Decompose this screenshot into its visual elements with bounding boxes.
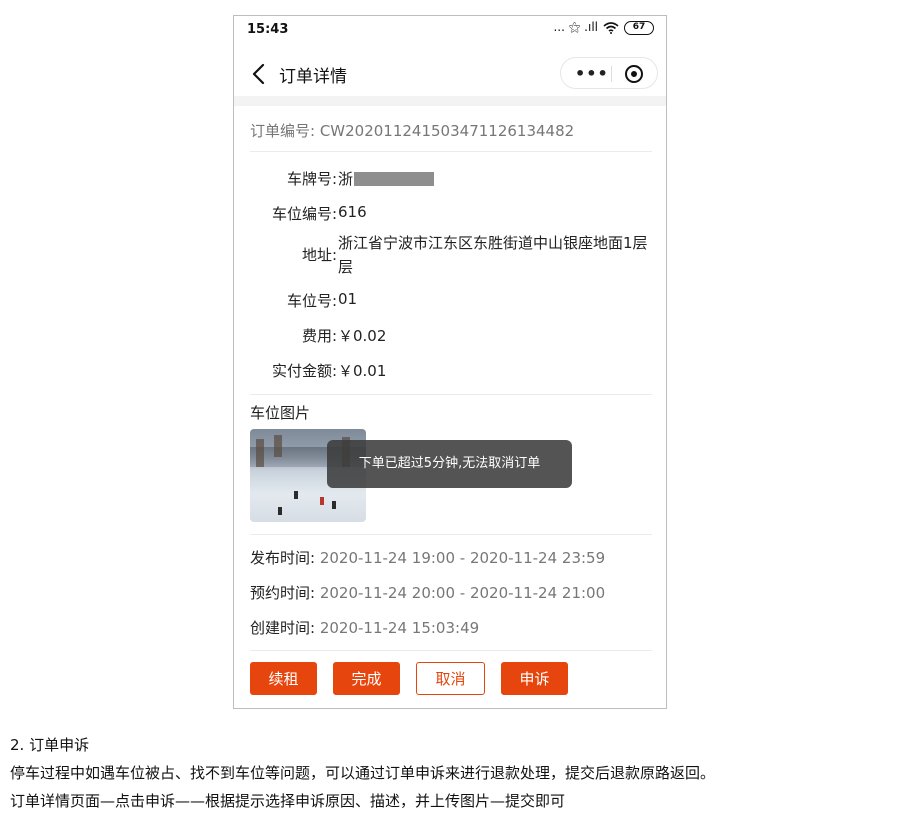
miniprogram-capsule: ••• — [560, 57, 658, 89]
cancel-button[interactable]: 取消 — [416, 662, 485, 695]
create-time-row: 创建时间: 2020-11-24 15:03:49 — [250, 617, 479, 638]
doc-heading: 2. 订单申诉 — [10, 736, 90, 754]
order-number: 订单编号: CW202011241503471126134482 — [250, 122, 575, 140]
time-value: 2020-11-24 19:00 - 2020-11-24 23:59 — [319, 549, 606, 567]
field-label: 地址: — [301, 246, 337, 264]
capsule-divider — [611, 66, 612, 82]
field-value: 01 — [338, 290, 358, 308]
field-value: 浙江省宁波市江东区东胜街道中山银座地面1层层 — [338, 234, 648, 276]
field-label: 费用: — [301, 327, 337, 345]
more-icon[interactable]: ••• — [575, 64, 609, 83]
close-miniprogram-icon[interactable] — [625, 65, 643, 83]
field-value: 616 — [338, 203, 367, 221]
field-label: 车牌号: — [286, 170, 337, 188]
photo-person — [278, 507, 282, 515]
time-label: 发布时间: — [250, 549, 316, 567]
doc-paragraph-2: 订单详情页面—点击申诉——根据提示选择申诉原因、描述，并上传图片—提交即可 — [10, 792, 566, 810]
field-value: ￥0.02 — [338, 327, 387, 345]
time-value: 2020-11-24 20:00 - 2020-11-24 21:00 — [319, 584, 606, 602]
divider — [250, 534, 652, 535]
signal-icons: ... ⚝ .ıll — [553, 20, 598, 34]
field-value: 浙 — [338, 168, 435, 189]
photo-section-title: 车位图片 — [250, 404, 311, 422]
photo-tree — [256, 439, 264, 467]
section-gap — [234, 96, 666, 106]
phone-screenshot: 15:43 ... ⚝ .ıll 67 订单详情 ••• 订单编号: CW202… — [233, 15, 667, 709]
status-time: 15:43 — [247, 22, 289, 37]
back-arrow-icon[interactable] — [248, 61, 270, 87]
divider — [250, 151, 652, 152]
field-value: ￥0.01 — [338, 362, 387, 380]
photo-person — [332, 501, 336, 509]
toast-message: 下单已超过5分钟,无法取消订单 — [327, 440, 572, 488]
time-label: 预约时间: — [250, 584, 316, 602]
status-bar: 15:43 ... ⚝ .ıll 67 — [234, 16, 666, 46]
divider — [250, 650, 652, 651]
field-label: 车位号: — [286, 292, 337, 310]
doc-paragraph-1: 停车过程中如遇车位被占、找不到车位等问题，可以通过订单申诉来进行退款处理，提交后… — [10, 764, 716, 782]
field-label: 车位编号: — [271, 205, 337, 223]
renew-button[interactable]: 续租 — [250, 662, 317, 695]
page-title: 订单详情 — [279, 67, 347, 87]
status-icons: ... ⚝ .ıll 67 — [553, 20, 654, 35]
appeal-button[interactable]: 申诉 — [501, 662, 568, 695]
battery-icon: 67 — [624, 20, 654, 35]
reserve-time-row: 预约时间: 2020-11-24 20:00 - 2020-11-24 21:0… — [250, 582, 605, 603]
navigation-bar: 订单详情 ••• — [234, 54, 666, 94]
plate-redaction — [354, 172, 435, 186]
time-value: 2020-11-24 15:03:49 — [319, 619, 480, 637]
wifi-icon — [603, 21, 619, 34]
photo-person — [320, 497, 324, 505]
complete-button[interactable]: 完成 — [333, 662, 400, 695]
field-label: 实付金额: — [271, 362, 337, 380]
divider — [250, 394, 652, 395]
photo-tree — [274, 435, 282, 457]
plate-value: 浙 — [338, 170, 354, 188]
photo-person — [294, 491, 298, 499]
time-label: 创建时间: — [250, 619, 316, 637]
publish-time-row: 发布时间: 2020-11-24 19:00 - 2020-11-24 23:5… — [250, 547, 605, 568]
